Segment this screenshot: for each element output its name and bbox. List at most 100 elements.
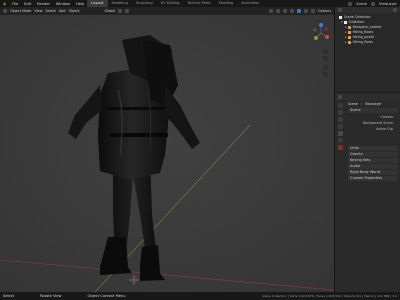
- viewport-header: Object Mode View Select Add Object Globa…: [0, 7, 334, 15]
- 3d-viewport[interactable]: [0, 15, 334, 292]
- status-rotate-hint: Rotate View: [40, 294, 62, 298]
- scene-name[interactable]: Scene: [356, 2, 367, 6]
- object-label: Backpack_Leather: [352, 25, 382, 29]
- expand-icon[interactable]: ▾: [341, 20, 343, 24]
- panel-keying-sets-label: Keying Sets: [350, 158, 371, 162]
- scene-icon: [348, 1, 353, 6]
- outliner-item[interactable]: ▸ Hiking_Pants: [345, 40, 373, 45]
- menu-object[interactable]: Object: [68, 9, 79, 13]
- menu-add[interactable]: Add: [59, 9, 66, 13]
- scene-tab-icon[interactable]: [338, 131, 343, 136]
- menu-view[interactable]: View: [34, 9, 42, 13]
- collection-label: Collection: [348, 20, 365, 24]
- top-bar: ◉ File Edit Render Window Help Layout Mo…: [0, 0, 400, 7]
- perspective-grid-icon[interactable]: [323, 72, 328, 77]
- menu-window[interactable]: Window: [53, 2, 73, 6]
- expand-icon[interactable]: ▸: [345, 35, 347, 39]
- editor-type-icon[interactable]: [3, 9, 7, 13]
- blender-logo-icon[interactable]: ◉: [0, 2, 9, 6]
- panel-gravity[interactable]: Gravity: [348, 152, 398, 157]
- panel-units-label: Units: [350, 146, 359, 150]
- collection-tab-icon[interactable]: [338, 145, 343, 150]
- object-label: Hiking_Boots: [352, 30, 374, 34]
- background-scene-field-label: Background Scene: [363, 121, 393, 125]
- scene-collection-label: Scene Collection: [344, 15, 371, 19]
- properties-panel: Scene › ViewLayer Scene Camera Backgroun…: [334, 93, 400, 292]
- camera-field-label: Camera: [380, 115, 393, 119]
- breadcrumb-scene: Scene: [348, 102, 358, 106]
- tab-animation[interactable]: Animation: [237, 0, 263, 7]
- expand-icon[interactable]: ▸: [345, 25, 347, 29]
- view-layer-name[interactable]: ViewLayer: [379, 2, 397, 6]
- properties-breadcrumb: Scene › ViewLayer: [348, 102, 381, 106]
- menu-select[interactable]: Select: [45, 9, 55, 13]
- object-icon: [347, 25, 351, 29]
- tab-uv-editing[interactable]: UV Editing: [157, 0, 184, 7]
- expand-icon[interactable]: ▸: [345, 40, 347, 44]
- tab-sculpting[interactable]: Sculpting: [132, 0, 157, 7]
- object-label: Hiking_Jacket: [352, 35, 374, 39]
- collection-icon: [339, 15, 342, 19]
- tool-tab-icon[interactable]: [338, 103, 343, 108]
- options-button[interactable]: Options: [318, 9, 331, 13]
- snap-icon[interactable]: [118, 9, 123, 13]
- tab-layout[interactable]: Layout: [87, 0, 108, 7]
- status-select-hint: Select: [3, 294, 15, 298]
- panel-audio-label: Audio: [350, 164, 360, 168]
- object-icon: [347, 40, 351, 44]
- panel-rigid-body-label: Rigid Body World: [350, 170, 380, 174]
- overlay-icon[interactable]: [282, 9, 287, 13]
- xray-icon[interactable]: [289, 9, 294, 13]
- object-label: Hiking_Pants: [352, 40, 373, 44]
- tab-shading[interactable]: Shading: [215, 0, 238, 7]
- viewport-canvas[interactable]: [0, 15, 334, 292]
- breadcrumb-view-layer: ViewLayer: [365, 102, 382, 106]
- tab-texture-paint[interactable]: Texture Paint: [183, 0, 214, 7]
- outliner-type-icon[interactable]: [338, 8, 342, 12]
- object-icon: [347, 30, 351, 34]
- panel-custom-properties-label: Custom Properties: [350, 176, 383, 180]
- outliner-panel: Scene Collection ▾ Collection ▸ Backpack_L…: [334, 7, 400, 92]
- tab-modeling[interactable]: Modeling: [108, 0, 132, 7]
- proportional-edit-icon[interactable]: [125, 9, 130, 13]
- breadcrumb-separator: ›: [360, 102, 363, 106]
- scene-selector: Scene ViewLayer: [348, 0, 400, 7]
- navigation-gizmo[interactable]: [310, 21, 332, 45]
- world-tab-icon[interactable]: [338, 138, 343, 143]
- material-shading-icon[interactable]: [303, 9, 308, 13]
- zoom-icon[interactable]: [323, 49, 328, 54]
- view-layer-tab-icon[interactable]: [338, 124, 343, 129]
- panel-audio[interactable]: Audio: [348, 164, 398, 169]
- menu-render[interactable]: Render: [34, 2, 53, 6]
- output-tab-icon[interactable]: [338, 117, 343, 122]
- outliner-header: [335, 7, 400, 13]
- panel-scene-label: Scene: [350, 108, 361, 112]
- expand-icon[interactable]: ▸: [345, 30, 347, 34]
- status-context-hint: Object Context Menu: [87, 294, 126, 298]
- solid-shading-icon[interactable]: [296, 9, 301, 13]
- menu-help[interactable]: Help: [73, 2, 87, 6]
- panel-scene[interactable]: Scene: [348, 108, 398, 113]
- menu-file[interactable]: File: [9, 2, 21, 6]
- menu-edit[interactable]: Edit: [21, 2, 34, 6]
- gizmo-icon[interactable]: [275, 9, 280, 13]
- rendered-shading-icon[interactable]: [310, 9, 315, 13]
- panel-gravity-label: Gravity: [350, 152, 363, 156]
- pan-hand-icon[interactable]: [323, 56, 328, 61]
- visibility-icon[interactable]: [268, 9, 273, 13]
- transform-orientation[interactable]: Global: [105, 9, 116, 13]
- panel-keying-sets[interactable]: Keying Sets: [348, 158, 398, 163]
- filter-icon[interactable]: [393, 8, 397, 12]
- mode-dropdown[interactable]: Object Mode: [10, 9, 31, 13]
- view-layer-icon: [370, 1, 375, 6]
- camera-view-icon[interactable]: [323, 65, 328, 70]
- panel-units[interactable]: Units: [348, 146, 398, 151]
- panel-rigid-body-world[interactable]: Rigid Body World: [348, 170, 398, 175]
- render-tab-icon[interactable]: [338, 110, 343, 115]
- status-scene-stats: Scene Collection | Verts 1,024,876 | Fac…: [261, 294, 397, 298]
- status-bar: Select Rotate View Object Context Menu S…: [0, 292, 400, 300]
- panel-custom-properties[interactable]: Custom Properties: [348, 176, 398, 181]
- active-clip-field-label: Active Clip: [376, 127, 393, 131]
- collection-icon: [343, 20, 347, 24]
- properties-type-icon[interactable]: [338, 94, 342, 99]
